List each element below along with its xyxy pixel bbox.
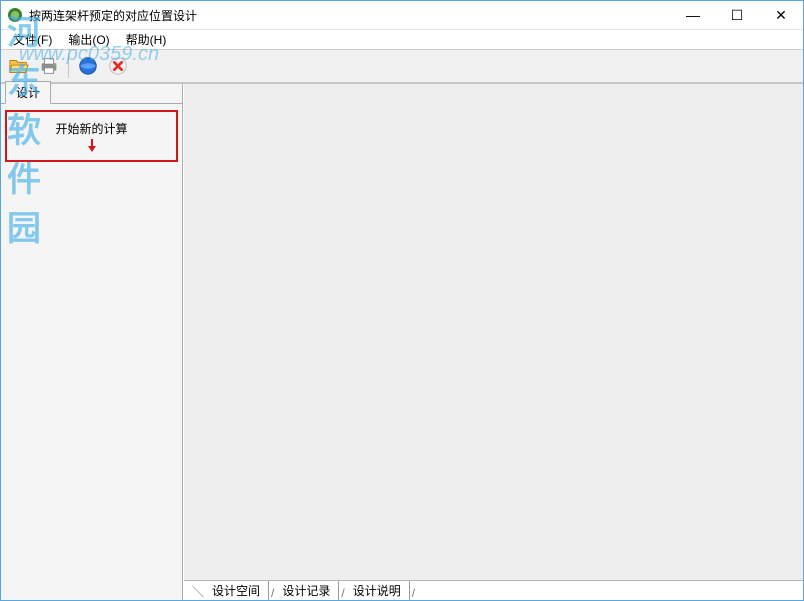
side-tabstrip: 设计	[1, 84, 182, 104]
tab-slash-icon: ＼	[190, 583, 206, 600]
toolbar	[1, 49, 803, 83]
close-icon: ✕	[775, 8, 787, 22]
start-new-calc-label: 开始新的计算	[55, 120, 127, 137]
close-button[interactable]: ✕	[759, 1, 803, 29]
tab-slash-icon: /	[339, 586, 346, 600]
window-buttons: — ☐ ✕	[671, 1, 803, 29]
window-title: 按两连架杆预定的对应位置设计	[29, 7, 197, 24]
app-window: 按两连架杆预定的对应位置设计 — ☐ ✕ 文件(F) 输出(O) 帮助(H)	[0, 0, 804, 601]
tab-slash-icon: /	[410, 586, 417, 600]
menubar: 文件(F) 输出(O) 帮助(H)	[1, 29, 803, 49]
globe-icon	[77, 55, 99, 77]
titlebar: 按两连架杆预定的对应位置设计 — ☐ ✕	[1, 1, 803, 29]
bottom-tab-desc[interactable]: 设计说明	[347, 581, 410, 600]
bottom-tabstrip: ＼ 设计空间 / 设计记录 / 设计说明 /	[184, 580, 803, 600]
minimize-button[interactable]: —	[671, 1, 715, 29]
client-area: 设计 开始新的计算 ＼ 设计空间 / 设计记录 /	[1, 83, 803, 600]
toolbar-print-button[interactable]	[35, 52, 63, 80]
menu-file[interactable]: 文件(F)	[5, 30, 60, 50]
side-tab-design[interactable]: 设计	[5, 81, 51, 104]
menu-help[interactable]: 帮助(H)	[118, 30, 175, 50]
menu-output[interactable]: 输出(O)	[60, 30, 117, 50]
toolbar-delete-button[interactable]	[104, 52, 132, 80]
maximize-button[interactable]: ☐	[715, 1, 759, 29]
toolbar-web-button[interactable]	[74, 52, 102, 80]
app-icon	[7, 7, 23, 23]
toolbar-open-button[interactable]	[5, 52, 33, 80]
side-panel-body: 开始新的计算	[1, 104, 182, 600]
cancel-circle-icon	[107, 55, 129, 77]
maximize-icon: ☐	[731, 8, 744, 22]
start-new-calc-button[interactable]: 开始新的计算	[5, 110, 178, 162]
tab-slash-icon: /	[269, 586, 276, 600]
design-canvas[interactable]	[184, 84, 803, 580]
arrow-down-icon	[87, 139, 97, 153]
folder-open-icon	[8, 55, 30, 77]
side-panel: 设计 开始新的计算	[1, 84, 183, 600]
minimize-icon: —	[686, 8, 700, 22]
bottom-tab-log[interactable]: 设计记录	[276, 581, 339, 600]
main-panel: ＼ 设计空间 / 设计记录 / 设计说明 /	[183, 84, 803, 600]
toolbar-separator	[68, 54, 69, 78]
print-icon	[38, 55, 60, 77]
bottom-tab-space[interactable]: 设计空间	[206, 581, 269, 600]
